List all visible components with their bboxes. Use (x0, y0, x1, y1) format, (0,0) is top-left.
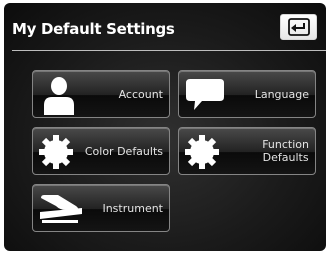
language-button[interactable]: Language (178, 70, 316, 118)
page-title: My Default Settings (12, 20, 175, 38)
speech-bubble-icon (186, 79, 224, 110)
account-button[interactable]: Account (32, 70, 170, 118)
instrument-button[interactable]: Instrument (32, 184, 170, 232)
instrument-icon (40, 195, 82, 223)
account-label: Account (118, 87, 163, 101)
gear-icon (39, 135, 73, 169)
user-icon (44, 77, 74, 115)
color-defaults-button[interactable]: Color Defaults (32, 127, 170, 175)
instrument-label: Instrument (102, 201, 163, 215)
language-label: Language (254, 87, 309, 101)
function-defaults-button[interactable]: Function Defaults (178, 127, 316, 175)
back-arrow-icon (288, 18, 310, 36)
gear-icon (185, 135, 219, 169)
settings-screen: My Default Settings Account Language Col… (4, 3, 326, 251)
function-defaults-label: Function Defaults (262, 138, 309, 164)
header: My Default Settings (4, 3, 326, 49)
back-button[interactable] (280, 14, 317, 40)
header-divider (12, 50, 326, 51)
color-defaults-label: Color Defaults (84, 144, 163, 158)
